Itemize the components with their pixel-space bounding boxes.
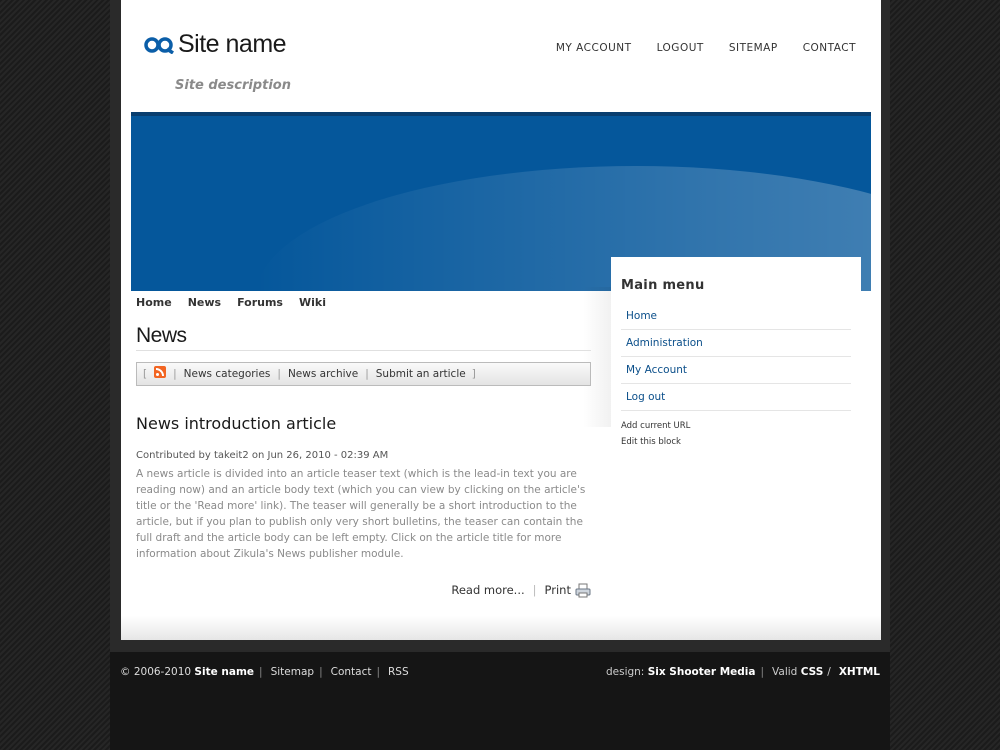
topnav-my-account[interactable]: MY ACCOUNT [556, 42, 632, 54]
menu-link-home[interactable]: Home [626, 310, 657, 322]
site-logo[interactable]: Site name [143, 30, 287, 59]
block-admin-links: Add current URL Edit this block [621, 418, 690, 450]
article-title[interactable]: News introduction article [136, 414, 336, 433]
read-more-link[interactable]: Read more... [451, 583, 524, 597]
topnav-sitemap[interactable]: SITEMAP [729, 42, 778, 54]
menu-link-administration[interactable]: Administration [626, 337, 703, 349]
menu-link-my-account[interactable]: My Account [626, 364, 687, 376]
menu-item-log-out: Log out [621, 384, 851, 411]
menu-item-home: Home [621, 303, 851, 330]
page-title: News [136, 324, 187, 347]
content-nav-wiki[interactable]: Wiki [299, 296, 326, 309]
sidebar-title: Main menu [621, 278, 705, 293]
menu-item-my-account: My Account [621, 357, 851, 384]
background-pattern-right [890, 0, 1000, 750]
site-name[interactable]: Site name [178, 30, 287, 59]
content-nav-home[interactable]: Home [136, 296, 172, 309]
topnav-logout[interactable]: LOGOUT [657, 42, 704, 54]
footer-contact-link[interactable]: Contact [331, 666, 372, 678]
content-navigation: Home News Forums Wiki [136, 296, 326, 309]
footer-sitemap-link[interactable]: Sitemap [271, 666, 315, 678]
footer-designer-link[interactable]: Six Shooter Media [648, 666, 756, 678]
footer-left: © 2006-2010 Site name | Sitemap | Contac… [120, 666, 409, 678]
separator: | [259, 666, 263, 678]
separator: | [319, 666, 323, 678]
footer-design-label: design: [605, 666, 645, 678]
close-bracket: ] [471, 368, 476, 380]
open-bracket: [ [143, 368, 148, 380]
title-divider [136, 350, 591, 351]
separator: | [376, 666, 381, 678]
article-meta: Contributed by takeit2 on Jun 26, 2010 -… [136, 450, 389, 461]
main-menu-list: Home Administration My Account Log out [621, 303, 851, 411]
logo-icon [144, 36, 174, 54]
site-description: Site description [175, 78, 291, 93]
top-navigation: MY ACCOUNT LOGOUT SITEMAP CONTACT [556, 42, 856, 54]
rss-icon[interactable] [154, 366, 167, 378]
separator: | [277, 368, 281, 380]
footer-site-name[interactable]: Site name [194, 666, 254, 678]
sidebar-main-menu: Main menu Home Administration My Account… [611, 257, 861, 477]
article-actions: Read more... | Print [451, 582, 591, 598]
separator: | [760, 666, 765, 678]
news-toolbar: [ | News categories | News archive | Sub… [136, 362, 591, 386]
print-link[interactable]: Print [545, 583, 571, 597]
content-nav-forums[interactable]: Forums [237, 296, 283, 309]
page-bottom-fade [121, 616, 881, 640]
separator: | [365, 368, 369, 380]
footer-xhtml-link[interactable]: XHTML [839, 666, 880, 678]
printer-icon[interactable] [575, 583, 591, 598]
menu-link-log-out[interactable]: Log out [626, 391, 665, 403]
background-pattern-left [0, 0, 110, 750]
topnav-contact[interactable]: CONTACT [803, 42, 856, 54]
article-body: A news article is divided into an articl… [136, 468, 586, 560]
news-archive-link[interactable]: News archive [288, 368, 358, 380]
edit-block-link[interactable]: Edit this block [621, 434, 690, 450]
page-container: Site name Site description MY ACCOUNT LO… [121, 0, 881, 640]
separator: | [173, 368, 177, 380]
sidebar-shadow [583, 287, 613, 427]
separator: | [532, 582, 537, 597]
footer-right: design: Six Shooter Media | Valid CSS / … [606, 666, 880, 678]
footer-css-link[interactable]: CSS [801, 666, 824, 678]
submit-article-link[interactable]: Submit an article [376, 368, 466, 380]
content-nav-news[interactable]: News [188, 296, 221, 309]
footer-valid-label: Valid [772, 666, 798, 678]
footer-rss-link[interactable]: RSS [388, 666, 409, 678]
footer-slash: / [827, 666, 831, 678]
menu-item-administration: Administration [621, 330, 851, 357]
add-current-url-link[interactable]: Add current URL [621, 418, 690, 434]
news-categories-link[interactable]: News categories [184, 368, 271, 380]
footer-copyright: © 2006-2010 [120, 666, 192, 678]
